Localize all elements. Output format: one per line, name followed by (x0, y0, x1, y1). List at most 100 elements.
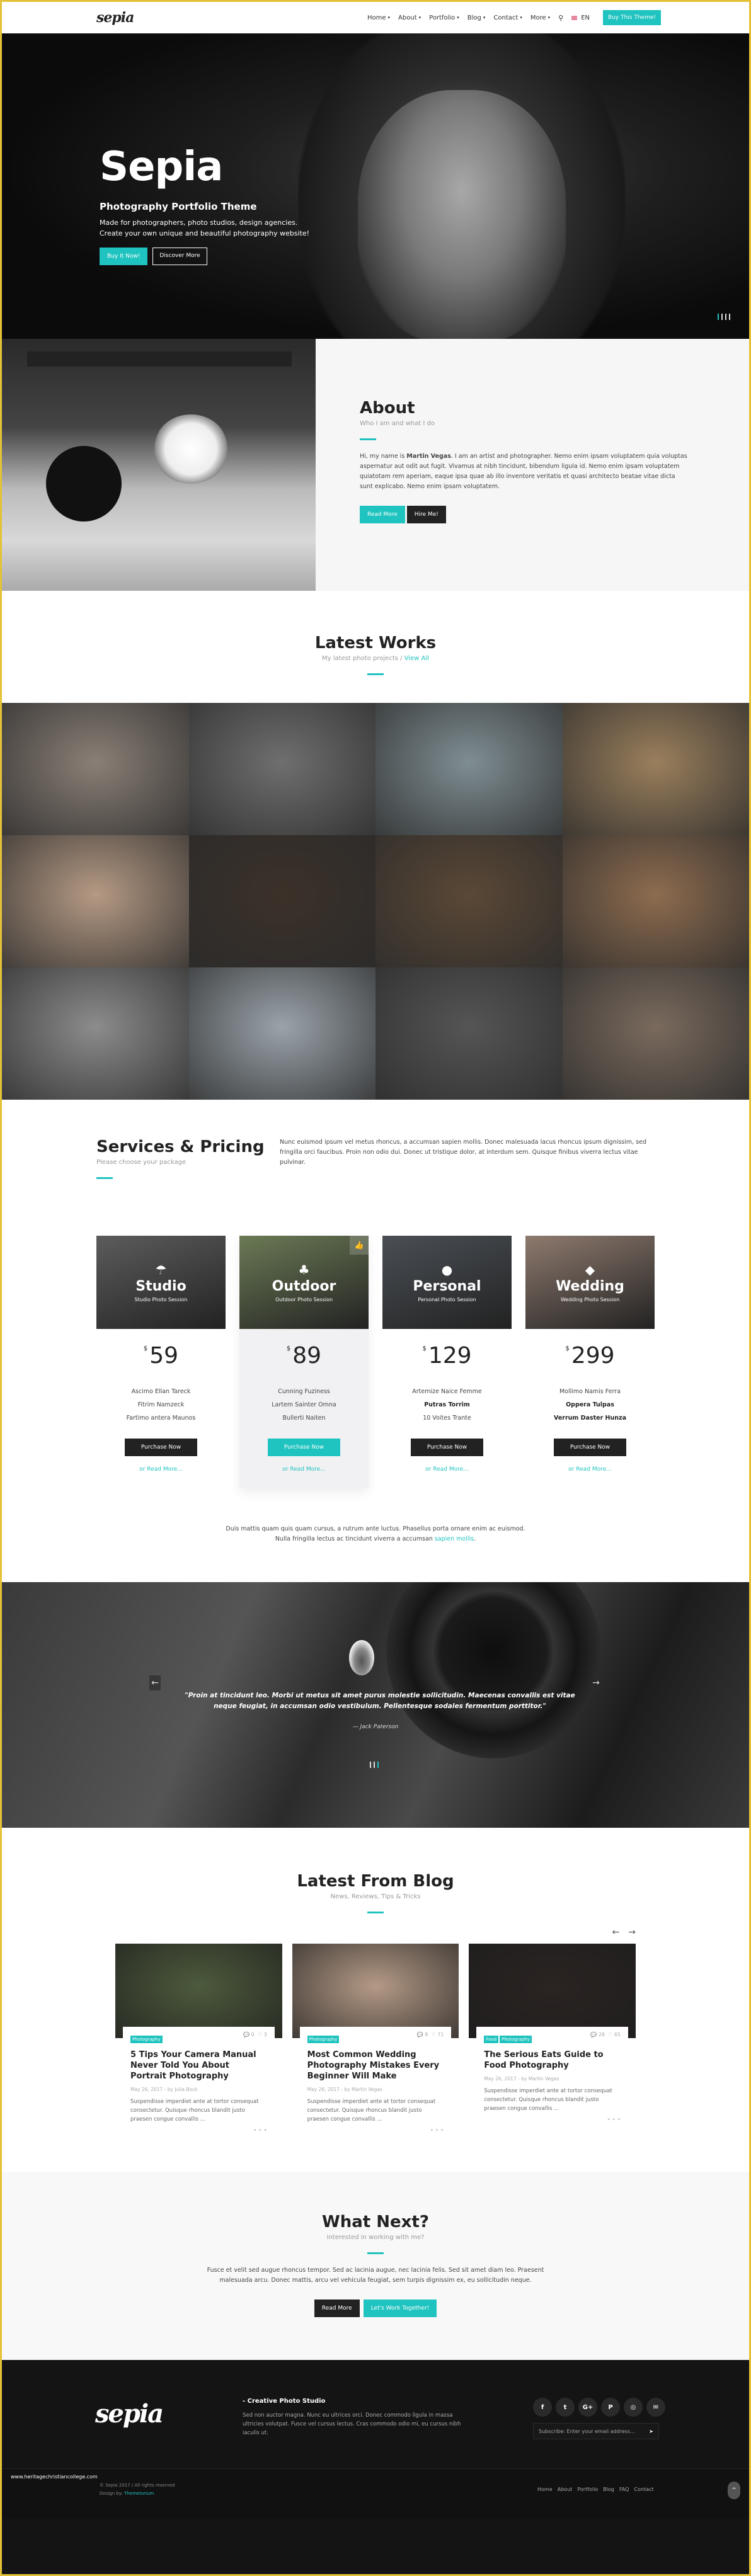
blog-posts: 💬 0 ♡ 3 Photography 5 Tips Your Camera M… (2, 1944, 749, 2140)
back-to-top-button[interactable]: ^ (728, 2482, 740, 2499)
post-image[interactable] (469, 1944, 636, 2038)
designer-link[interactable]: Themetorium (124, 2491, 154, 2496)
pricing-plan-personal: ● Personal Personal Photo Session $ 129 … (382, 1236, 512, 1488)
post-tag[interactable]: Photography (500, 2036, 532, 2043)
slider-dot[interactable] (725, 314, 726, 320)
footer-link-blog[interactable]: Blog (603, 2487, 614, 2492)
nav-blog[interactable]: Blog ▾ (467, 14, 486, 21)
more-icon[interactable]: • • • (307, 2128, 444, 2134)
purchase-now-button[interactable]: Purchase Now (410, 1439, 484, 1456)
slider-dot[interactable] (374, 1762, 375, 1768)
about-title: About (360, 399, 415, 418)
portfolio-tile[interactable] (562, 835, 749, 967)
watermark: www.heritagechristiancollege.com (11, 2474, 98, 2480)
view-all-link[interactable]: View All (404, 655, 429, 662)
read-more-link[interactable]: or Read More... (96, 1466, 226, 1473)
design-credit: Design by: Themetorium (100, 2490, 175, 2498)
nav-more[interactable]: More ▾ (530, 14, 550, 21)
purchase-now-button[interactable]: Purchase Now (124, 1439, 198, 1456)
slider-dot[interactable] (718, 314, 719, 320)
testimonial-next-arrow-icon[interactable]: → (590, 1675, 602, 1690)
portfolio-tile[interactable] (188, 835, 376, 967)
nav-portfolio[interactable]: Portfolio ▾ (429, 14, 459, 21)
plan-image: ◆ Wedding Wedding Photo Session (525, 1236, 655, 1329)
slider-dot[interactable] (729, 314, 730, 320)
more-icon[interactable]: • • • (484, 2117, 621, 2123)
footer-link-about[interactable]: About (558, 2487, 573, 2492)
work-together-button[interactable]: Let's Work Together! (363, 2300, 437, 2317)
accent-divider (360, 438, 376, 440)
post-title[interactable]: 5 Tips Your Camera Manual Never Told You… (130, 2049, 267, 2082)
read-more-button[interactable]: Read More (314, 2300, 360, 2317)
post-image[interactable] (292, 1944, 459, 2038)
buy-now-button[interactable]: Buy It Now! (100, 248, 148, 265)
footer-link-faq[interactable]: FAQ (619, 2487, 629, 2492)
send-icon[interactable]: ➤ (649, 2429, 653, 2434)
accent-divider (367, 1912, 384, 1913)
slider-dot[interactable] (377, 1762, 379, 1768)
hero-buttons: Buy It Now! Discover More (100, 248, 364, 265)
read-more-link[interactable]: or Read More... (525, 1466, 655, 1473)
footer-link-home[interactable]: Home (537, 2487, 553, 2492)
read-more-button[interactable]: Read More (360, 506, 405, 523)
footer-link-portfolio[interactable]: Portfolio (577, 2487, 598, 2492)
footer-logo[interactable]: sepia (95, 2399, 164, 2429)
google-plus-icon[interactable]: G+ (578, 2398, 597, 2417)
post-meta: 💬 8 ♡ 71 (417, 2032, 444, 2037)
nav-about[interactable]: About ▾ (398, 14, 421, 21)
blog-section: Latest From Blog News, Reviews, Tips & T… (2, 1828, 749, 2140)
what-next-subtitle: Interested in working with me? (326, 2234, 425, 2241)
post-tag[interactable]: Food (484, 2036, 499, 2043)
sapien-mollis-link[interactable]: sapien mollis (435, 1536, 474, 1542)
post-image[interactable] (115, 1944, 282, 2038)
nav-contact[interactable]: Contact ▾ (493, 14, 522, 21)
mail-icon[interactable]: ✉ (646, 2398, 665, 2417)
hire-me-button[interactable]: Hire Me! (406, 506, 446, 523)
post-excerpt: Suspendisse imperdiet ante at tortor con… (130, 2099, 259, 2123)
comment-icon: 💬 (243, 2032, 250, 2037)
post-title[interactable]: The Serious Eats Guide to Food Photograp… (484, 2049, 621, 2071)
plan-features: Cunning Fuziness Lartem Sainter Omna Bulle… (239, 1385, 369, 1425)
portfolio-tile[interactable] (376, 967, 563, 1100)
slider-dot[interactable] (370, 1762, 371, 1768)
dribbble-icon[interactable]: ◎ (624, 2398, 643, 2417)
read-more-link[interactable]: or Read More... (382, 1466, 512, 1473)
twitter-icon[interactable]: t (556, 2398, 575, 2417)
buy-theme-button[interactable]: Buy This Theme! (603, 10, 661, 25)
services-description: Nunc euismod ipsum vel metus rhoncus, a … (280, 1139, 647, 1166)
what-next-title: What Next? (322, 2213, 429, 2231)
social-links: f t G+ P ◎ ✉ (533, 2398, 665, 2417)
post-tag[interactable]: Photography (130, 2036, 163, 2043)
pinterest-icon[interactable]: P (601, 2398, 620, 2417)
portfolio-tile[interactable] (376, 703, 563, 835)
subscribe-input[interactable]: Subscribe: Enter your email address... ➤ (533, 2423, 659, 2439)
portfolio-tile[interactable] (376, 835, 563, 967)
slider-dot[interactable] (721, 314, 723, 320)
site-logo[interactable]: sepia (96, 9, 134, 26)
language-selector[interactable]: EN (571, 14, 590, 21)
read-more-link[interactable]: or Read More... (239, 1466, 369, 1473)
plan-feature: Cunning Fuziness (278, 1388, 330, 1395)
testimonial-prev-arrow-icon[interactable]: ← (149, 1675, 161, 1690)
search-icon[interactable]: ⚲ (558, 14, 563, 22)
arrow-left-icon[interactable]: ← (612, 1927, 620, 1937)
portfolio-tile[interactable] (2, 835, 189, 967)
plan-features: Ascimo Ellan Tareck Fitrim Namzeck Fartimo… (96, 1385, 226, 1425)
portfolio-tile[interactable] (188, 967, 376, 1100)
portfolio-tile[interactable] (562, 967, 749, 1100)
portfolio-tile[interactable] (188, 703, 376, 835)
plan-feature: Mollimo Namis Ferra (559, 1388, 621, 1395)
facebook-icon[interactable]: f (533, 2398, 552, 2417)
portfolio-tile[interactable] (2, 703, 189, 835)
footer-link-contact[interactable]: Contact (634, 2487, 653, 2492)
discover-more-button[interactable]: Discover More (152, 248, 207, 265)
arrow-right-icon[interactable]: → (628, 1927, 636, 1937)
post-title[interactable]: Most Common Wedding Photography Mistakes… (307, 2049, 444, 2082)
portfolio-tile[interactable] (2, 967, 189, 1100)
purchase-now-button[interactable]: Purchase Now (553, 1439, 627, 1456)
nav-home[interactable]: Home ▾ (367, 14, 390, 21)
more-icon[interactable]: • • • (130, 2128, 267, 2134)
portfolio-tile[interactable] (562, 703, 749, 835)
purchase-now-button[interactable]: Purchase Now (267, 1439, 341, 1456)
post-tag[interactable]: Photography (307, 2036, 340, 2043)
